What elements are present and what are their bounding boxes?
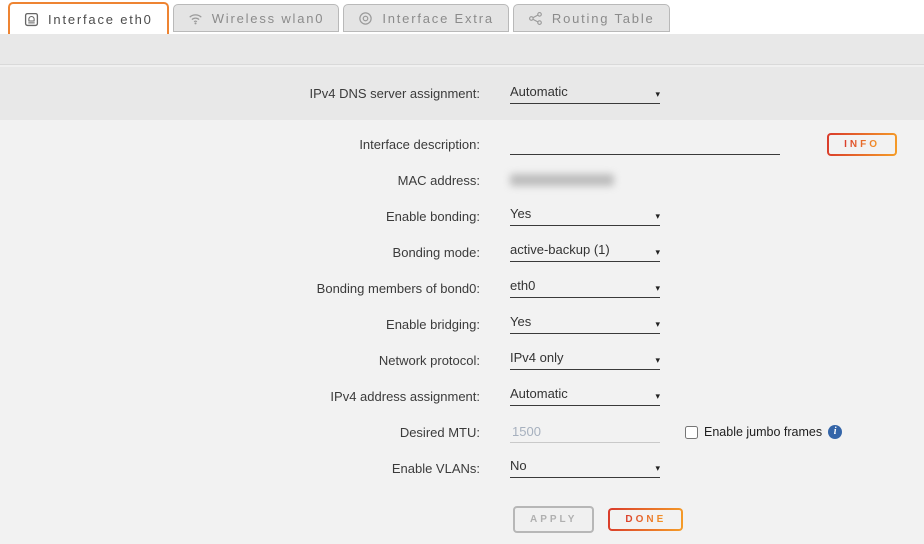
ipv4-assignment-label: IPv4 address assignment:: [0, 389, 480, 404]
ethernet-interface-icon: [24, 12, 39, 27]
enable-vlans-select[interactable]: No: [510, 458, 660, 478]
enable-vlans-value: No: [510, 458, 527, 473]
ipv4-assignment-row: IPv4 address assignment: Automatic: [0, 378, 924, 414]
mac-address-row: MAC address:: [0, 162, 924, 198]
ipv4-assignment-select[interactable]: Automatic: [510, 386, 660, 406]
enable-vlans-label: Enable VLANs:: [0, 461, 480, 476]
jumbo-frames-label: Enable jumbo frames: [704, 425, 822, 439]
info-button-label: INFO: [844, 139, 880, 150]
description-label: Interface description:: [0, 137, 480, 152]
desired-mtu-label: Desired MTU:: [0, 425, 480, 440]
bonding-members-select[interactable]: eth0: [510, 278, 660, 298]
enable-bridging-label: Enable bridging:: [0, 317, 480, 332]
done-button-label: DONE: [625, 514, 666, 525]
tab-label: Interface Extra: [382, 11, 494, 26]
tab-routing-table[interactable]: Routing Table: [513, 4, 670, 32]
interface-form: Interface description: INFO MAC address:…: [0, 120, 924, 533]
enable-bonding-value: Yes: [510, 206, 531, 221]
tab-label: Interface eth0: [48, 12, 153, 27]
tab-wireless-wlan0[interactable]: Wireless wlan0: [173, 4, 340, 32]
target-icon: [358, 11, 373, 26]
dns-assignment-label: IPv4 DNS server assignment:: [0, 86, 480, 101]
network-protocol-row: Network protocol: IPv4 only: [0, 342, 924, 378]
enable-bonding-label: Enable bonding:: [0, 209, 480, 224]
enable-vlans-row: Enable VLANs: No: [0, 450, 924, 486]
bonding-mode-row: Bonding mode: active-backup (1): [0, 234, 924, 270]
description-input[interactable]: [510, 133, 780, 155]
jumbo-frames-info-icon[interactable]: [828, 425, 842, 439]
network-protocol-label: Network protocol:: [0, 353, 480, 368]
network-protocol-value: IPv4 only: [510, 350, 563, 365]
tab-interface-extra[interactable]: Interface Extra: [343, 4, 509, 32]
ipv4-assignment-value: Automatic: [510, 386, 568, 401]
header-panel-empty: [0, 34, 924, 64]
tab-label: Routing Table: [552, 11, 655, 26]
enable-bridging-value: Yes: [510, 314, 531, 329]
tab-bar: Interface eth0 Wireless wlan0 Interface …: [0, 0, 924, 34]
info-button[interactable]: INFO: [827, 133, 897, 156]
dns-assignment-panel: IPv4 DNS server assignment: Automatic: [0, 67, 924, 120]
wifi-icon: [188, 11, 203, 26]
jumbo-frames-group: Enable jumbo frames: [685, 425, 842, 439]
jumbo-frames-checkbox[interactable]: [685, 426, 698, 439]
bonding-mode-select[interactable]: active-backup (1): [510, 242, 660, 262]
desired-mtu-input[interactable]: [510, 421, 660, 443]
enable-bonding-row: Enable bonding: Yes: [0, 198, 924, 234]
bonding-mode-value: active-backup (1): [510, 242, 610, 257]
bonding-members-value: eth0: [510, 278, 535, 293]
done-button[interactable]: DONE: [608, 508, 683, 531]
network-protocol-select[interactable]: IPv4 only: [510, 350, 660, 370]
dns-assignment-value: Automatic: [510, 84, 568, 99]
network-settings-page: Interface eth0 Wireless wlan0 Interface …: [0, 0, 924, 544]
enable-bridging-row: Enable bridging: Yes: [0, 306, 924, 342]
bonding-mode-label: Bonding mode:: [0, 245, 480, 260]
bonding-members-row: Bonding members of bond0: eth0: [0, 270, 924, 306]
mac-address-label: MAC address:: [0, 173, 480, 188]
tab-interface-eth0[interactable]: Interface eth0: [8, 2, 169, 34]
tab-label: Wireless wlan0: [212, 11, 325, 26]
bonding-members-label: Bonding members of bond0:: [0, 281, 480, 296]
apply-button[interactable]: APPLY: [513, 506, 594, 533]
enable-bridging-select[interactable]: Yes: [510, 314, 660, 334]
form-actions: APPLY DONE: [0, 506, 924, 533]
desired-mtu-row: Desired MTU: Enable jumbo frames: [0, 414, 924, 450]
description-row: Interface description: INFO: [0, 126, 924, 162]
share-nodes-icon: [528, 11, 543, 26]
enable-bonding-select[interactable]: Yes: [510, 206, 660, 226]
dns-assignment-row: IPv4 DNS server assignment: Automatic: [0, 76, 924, 112]
dns-assignment-select[interactable]: Automatic: [510, 84, 660, 104]
mac-address-redacted-value: [510, 174, 614, 186]
